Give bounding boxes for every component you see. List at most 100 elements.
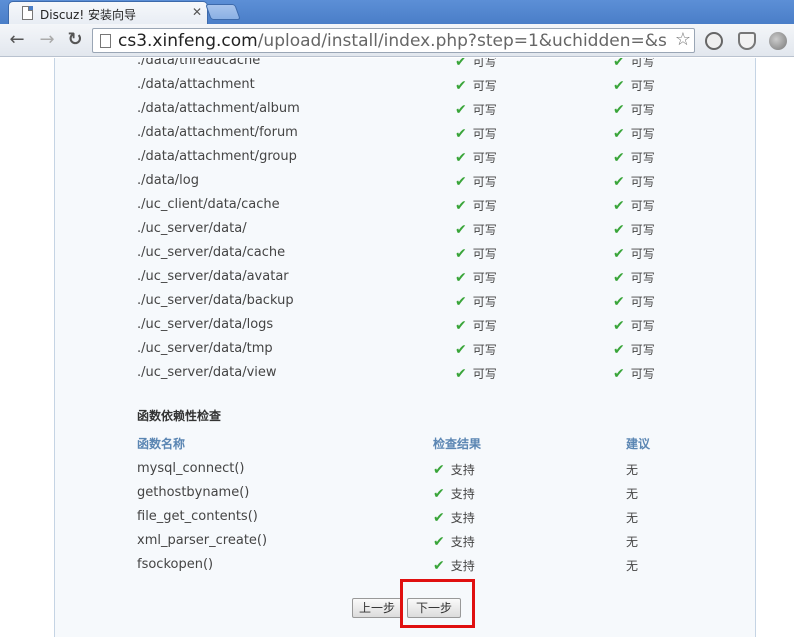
check-icon: ✔ — [613, 150, 625, 166]
install-panel: ./data/threadcache ✔ 可写 ✔ 可写 ./data/attachmen… — [54, 58, 756, 637]
directory-path: ./data/log — [137, 173, 199, 188]
check-icon: ✔ — [455, 126, 467, 142]
required-status: ✔ 可写 — [613, 317, 655, 334]
check-icon: ✔ — [613, 294, 625, 310]
prev-step-button[interactable]: 上一步 — [352, 598, 402, 618]
check-icon: ✔ — [613, 58, 625, 70]
highlight-box — [400, 579, 475, 628]
required-status-text: 可写 — [630, 367, 655, 381]
current-status-text: 可写 — [472, 103, 497, 117]
back-button[interactable]: ← — [6, 29, 28, 51]
current-status-text: 可写 — [472, 247, 497, 261]
directory-path: ./data/threadcache — [137, 58, 261, 68]
page-icon — [100, 34, 111, 48]
current-status: ✔ 可写 — [455, 365, 497, 382]
settings-icon[interactable] — [769, 32, 787, 50]
table-row: ./data/attachment/album ✔ 可写 ✔ 可写 — [55, 98, 757, 122]
new-tab-button[interactable] — [205, 4, 241, 20]
current-status: ✔ 可写 — [455, 58, 497, 70]
function-name: file_get_contents() — [137, 509, 258, 524]
browser-tab[interactable]: Discuz! 安装向导 ✕ — [8, 1, 208, 24]
required-status: ✔ 可写 — [613, 173, 655, 190]
required-status: ✔ 可写 — [613, 125, 655, 142]
browser-toolbar: ← → ↻ cs3.xinfeng.com/upload/install/ind… — [0, 24, 794, 57]
close-icon[interactable]: ✕ — [192, 5, 202, 19]
current-status: ✔ 可写 — [455, 269, 497, 286]
check-icon: ✔ — [455, 174, 467, 190]
forward-button[interactable]: → — [36, 29, 58, 51]
table-row: ./uc_server/data/tmp ✔ 可写 ✔ 可写 — [55, 338, 757, 362]
directory-path: ./uc_server/data/backup — [137, 293, 294, 308]
required-status-text: 可写 — [630, 295, 655, 309]
table-row: ./uc_server/data/avatar ✔ 可写 ✔ 可写 — [55, 266, 757, 290]
check-icon: ✔ — [613, 198, 625, 214]
current-status-text: 可写 — [472, 367, 497, 381]
current-status: ✔ 可写 — [455, 317, 497, 334]
current-status: ✔ 可写 — [455, 293, 497, 310]
required-status-text: 可写 — [630, 223, 655, 237]
table-row: mysql_connect() ✔ 支持 无 — [55, 458, 757, 482]
current-status-text: 可写 — [472, 79, 497, 93]
check-icon: ✔ — [455, 222, 467, 238]
table-row: ./uc_client/data/cache ✔ 可写 ✔ 可写 — [55, 194, 757, 218]
check-icon: ✔ — [455, 102, 467, 118]
required-status-text: 可写 — [630, 79, 655, 93]
extension-icon[interactable] — [705, 32, 723, 50]
current-status-text: 可写 — [472, 58, 497, 69]
check-icon: ✔ — [613, 126, 625, 142]
table-row: ./uc_server/data/ ✔ 可写 ✔ 可写 — [55, 218, 757, 242]
check-icon: ✔ — [433, 510, 445, 526]
table-row: file_get_contents() ✔ 支持 无 — [55, 506, 757, 530]
required-status: ✔ 可写 — [613, 245, 655, 262]
check-icon: ✔ — [613, 270, 625, 286]
check-icon: ✔ — [613, 222, 625, 238]
current-status: ✔ 可写 — [455, 245, 497, 262]
page-viewport: ./data/threadcache ✔ 可写 ✔ 可写 ./data/attachmen… — [0, 58, 794, 637]
required-status: ✔ 可写 — [613, 197, 655, 214]
directory-path: ./uc_server/data/logs — [137, 317, 274, 332]
current-status: ✔ 可写 — [455, 77, 497, 94]
browser-titlebar: Discuz! 安装向导 ✕ — [0, 0, 794, 24]
required-status: ✔ 可写 — [613, 58, 655, 70]
check-icon: ✔ — [433, 486, 445, 502]
current-status-text: 可写 — [472, 319, 497, 333]
directory-path: ./uc_server/data/tmp — [137, 341, 273, 356]
required-status-text: 可写 — [630, 247, 655, 261]
table-row: ./uc_server/data/view ✔ 可写 ✔ 可写 — [55, 362, 757, 386]
check-icon: ✔ — [433, 534, 445, 550]
current-status-text: 可写 — [472, 223, 497, 237]
required-status: ✔ 可写 — [613, 221, 655, 238]
check-icon: ✔ — [613, 174, 625, 190]
table-row: ./data/attachment/forum ✔ 可写 ✔ 可写 — [55, 122, 757, 146]
check-result-text: 支持 — [450, 463, 475, 477]
directory-path: ./uc_server/data/cache — [137, 245, 286, 260]
check-icon: ✔ — [433, 462, 445, 478]
reload-button[interactable]: ↻ — [64, 29, 86, 51]
page-icon — [22, 6, 33, 20]
table-row: xml_parser_create() ✔ 支持 无 — [55, 530, 757, 554]
address-bar[interactable]: cs3.xinfeng.com/upload/install/index.php… — [92, 28, 695, 53]
check-icon: ✔ — [613, 102, 625, 118]
check-result: ✔ 支持 — [433, 533, 475, 550]
required-status: ✔ 可写 — [613, 293, 655, 310]
check-result-text: 支持 — [450, 559, 475, 573]
current-status-text: 可写 — [472, 295, 497, 309]
check-result: ✔ 支持 — [433, 485, 475, 502]
shield-icon[interactable] — [738, 32, 756, 50]
directory-path: ./uc_server/data/ — [137, 221, 247, 236]
required-status-text: 可写 — [630, 199, 655, 213]
function-name: gethostbyname() — [137, 485, 250, 500]
required-status: ✔ 可写 — [613, 341, 655, 358]
required-status-text: 可写 — [630, 175, 655, 189]
check-icon: ✔ — [455, 342, 467, 358]
current-status-text: 可写 — [472, 175, 497, 189]
bookmark-star-icon[interactable]: ☆ — [675, 29, 691, 50]
url-path: /upload/install/index.php?step=1&uchidde… — [257, 31, 668, 51]
directory-path: ./uc_server/data/view — [137, 365, 277, 380]
current-status: ✔ 可写 — [455, 101, 497, 118]
suggestion: 无 — [626, 535, 639, 549]
current-status: ✔ 可写 — [455, 221, 497, 238]
required-status-text: 可写 — [630, 271, 655, 285]
check-icon: ✔ — [455, 58, 467, 70]
current-status: ✔ 可写 — [455, 173, 497, 190]
